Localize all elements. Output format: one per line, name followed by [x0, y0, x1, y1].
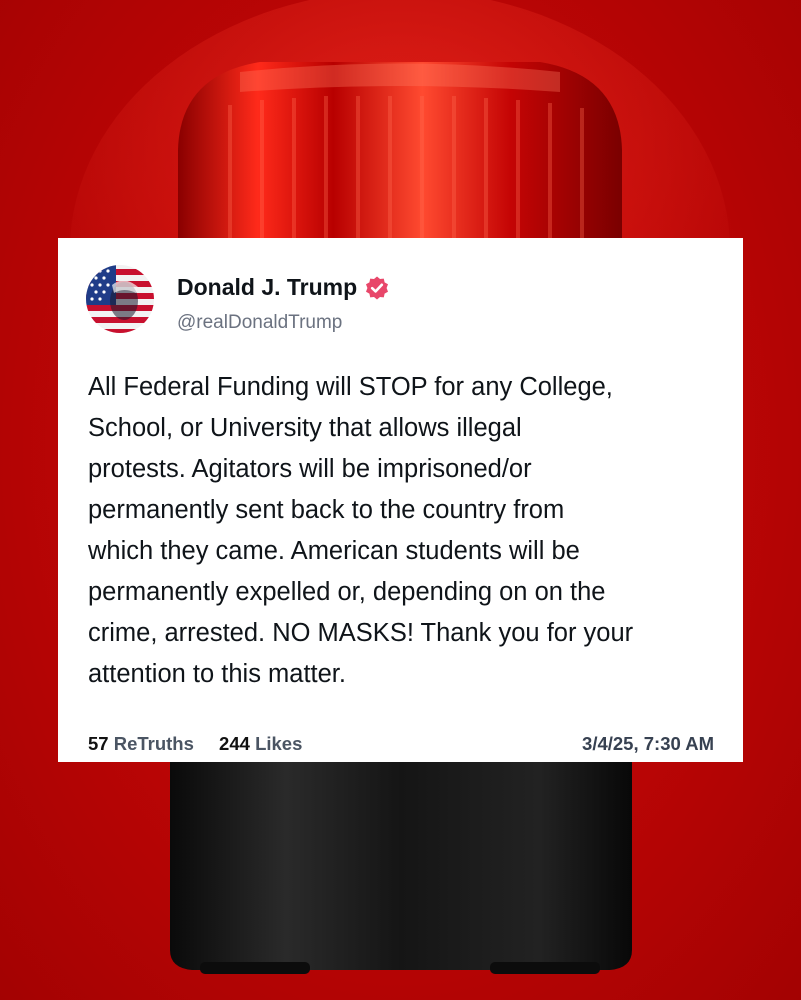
likes-label: Likes — [255, 733, 303, 754]
likes-count: 244 — [219, 733, 250, 754]
display-name-text[interactable]: Donald J. Trump — [177, 274, 357, 301]
user-handle[interactable]: @realDonaldTrump — [177, 312, 342, 334]
avatar[interactable] — [86, 265, 154, 333]
display-name[interactable]: Donald J. Trump — [177, 274, 390, 301]
retruths-label: ReTruths — [113, 733, 194, 754]
verified-badge-icon — [364, 275, 390, 301]
post-stats: 57 ReTruths 244 Likes — [88, 733, 322, 755]
post-timestamp[interactable]: 3/4/25, 7:30 AM — [582, 733, 714, 755]
retruths-stat[interactable]: 57 ReTruths — [88, 733, 194, 754]
post-card: Donald J. Trump @realDonaldTrump All Fed… — [58, 238, 743, 762]
likes-stat[interactable]: 244 Likes — [219, 733, 302, 754]
retruths-count: 57 — [88, 733, 109, 754]
post-text: All Federal Funding will STOP for any Co… — [88, 373, 634, 688]
